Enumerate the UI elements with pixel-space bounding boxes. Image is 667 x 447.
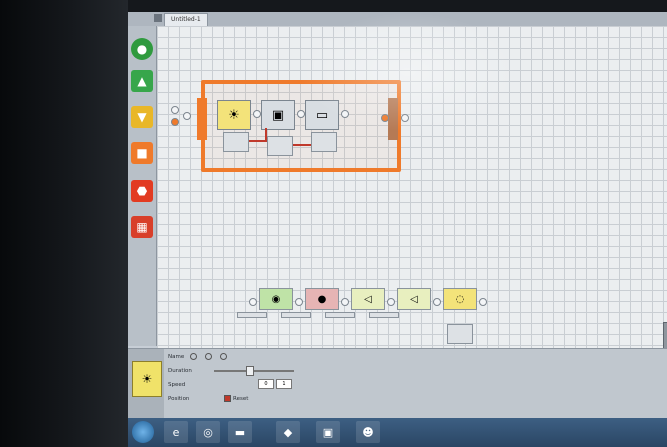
- program-canvas[interactable]: ☀ ▣ ▭ ◉ ● ◁ ◁ ◌: [157, 26, 667, 382]
- connector-port: [297, 110, 305, 118]
- power-slider[interactable]: [214, 370, 294, 372]
- connector-port: [387, 298, 395, 306]
- power-slider-knob[interactable]: [246, 366, 254, 376]
- speaker-icon: ◁: [364, 293, 372, 305]
- chrome-icon[interactable]: ◎: [196, 421, 220, 443]
- sound-block[interactable]: ●: [305, 288, 339, 310]
- panda-icon[interactable]: ☻: [356, 421, 380, 443]
- app-green-icon[interactable]: ◆: [276, 421, 300, 443]
- sound-param[interactable]: [281, 312, 311, 318]
- screen: Untitled-1 ● ▲ ▼ ■ ⬣ ▦ ☀ ▣ ▭ ◉ ● ◁ ◁ ◌ ☀…: [128, 12, 667, 447]
- home-icon[interactable]: [154, 14, 162, 22]
- start-button[interactable]: [132, 421, 154, 443]
- radio-option[interactable]: [205, 353, 213, 360]
- motor-block[interactable]: ◉: [259, 288, 293, 310]
- sound-icon: ●: [317, 293, 327, 305]
- connector-port: [295, 298, 303, 306]
- connector-port: [253, 110, 261, 118]
- folder-icon[interactable]: ▬: [228, 421, 252, 443]
- speaker-param[interactable]: [369, 312, 399, 318]
- prop-row-duration: Duration: [168, 368, 192, 374]
- display-icon: ▣: [271, 107, 285, 123]
- palette-myblocks-icon[interactable]: ▦: [131, 216, 153, 238]
- speaker-param[interactable]: [325, 312, 355, 318]
- screen-icon: ▭: [315, 107, 329, 123]
- app-red-icon[interactable]: ▣: [316, 421, 340, 443]
- palette-sensor-icon[interactable]: ▼: [131, 106, 153, 128]
- ie-icon[interactable]: e: [164, 421, 188, 443]
- monitor-bezel-top: [128, 0, 667, 12]
- palette-action-icon[interactable]: ●: [131, 38, 153, 60]
- checkbox-box[interactable]: [224, 395, 231, 402]
- motor-icon: ◉: [271, 293, 281, 305]
- wait-block[interactable]: ◌: [443, 288, 477, 310]
- tab-strip: Untitled-1: [128, 12, 667, 26]
- properties-panel: ☀ Name Duration Speed 0 1 Position Reset: [128, 348, 667, 419]
- connector-port: [341, 110, 349, 118]
- data-wire: [265, 128, 267, 142]
- monitor-bezel: [0, 0, 128, 447]
- motor-param[interactable]: [237, 312, 267, 318]
- display-param[interactable]: [267, 136, 293, 156]
- brightness-icon: ☀: [132, 361, 162, 397]
- loop-end-cap: [388, 98, 398, 140]
- start-block-icon[interactable]: [171, 118, 179, 126]
- radio-option[interactable]: [220, 353, 228, 360]
- start-port[interactable]: [171, 106, 179, 114]
- value-field-1[interactable]: 0: [258, 379, 274, 389]
- block-palette: ● ▲ ▼ ■ ⬣ ▦: [128, 26, 157, 346]
- wait-icon: ◌: [455, 293, 465, 305]
- radio-option[interactable]: [190, 353, 198, 360]
- connector-port: [433, 298, 441, 306]
- windows-taskbar: e ◎ ▬ ◆ ▣ ☻: [128, 418, 667, 447]
- palette-data-icon[interactable]: ■: [131, 142, 153, 164]
- speaker-block-2[interactable]: ◁: [397, 288, 431, 310]
- display-block[interactable]: ▣: [261, 100, 295, 130]
- start-connector: [183, 112, 191, 120]
- prop-row-name: Name: [168, 353, 229, 361]
- value-field-2[interactable]: 1: [276, 379, 292, 389]
- speaker-icon: ◁: [410, 293, 418, 305]
- properties-sidebar: ☀: [128, 349, 164, 419]
- loop-start-cap: [197, 98, 207, 140]
- screen-param[interactable]: [311, 132, 337, 152]
- data-wire: [293, 144, 311, 146]
- prop-row-position: Position: [168, 396, 190, 402]
- tab-program[interactable]: Untitled-1: [164, 13, 208, 26]
- loop-out-port[interactable]: [401, 114, 409, 122]
- wait-param[interactable]: [447, 324, 473, 344]
- loop-count-port[interactable]: [381, 114, 389, 122]
- seq-start-port[interactable]: [249, 298, 257, 306]
- palette-advanced-icon[interactable]: ⬣: [131, 180, 153, 202]
- seq-end-port[interactable]: [479, 298, 487, 306]
- palette-flow-icon[interactable]: ▲: [131, 70, 153, 92]
- prop-row-speed: Speed: [168, 382, 186, 388]
- brightness-param[interactable]: [223, 132, 249, 152]
- sun-icon: ☀: [228, 107, 240, 123]
- speaker-block-1[interactable]: ◁: [351, 288, 385, 310]
- screen-block[interactable]: ▭: [305, 100, 339, 130]
- connector-port: [341, 298, 349, 306]
- brightness-block[interactable]: ☀: [217, 100, 251, 130]
- reset-checkbox[interactable]: Reset: [218, 395, 248, 403]
